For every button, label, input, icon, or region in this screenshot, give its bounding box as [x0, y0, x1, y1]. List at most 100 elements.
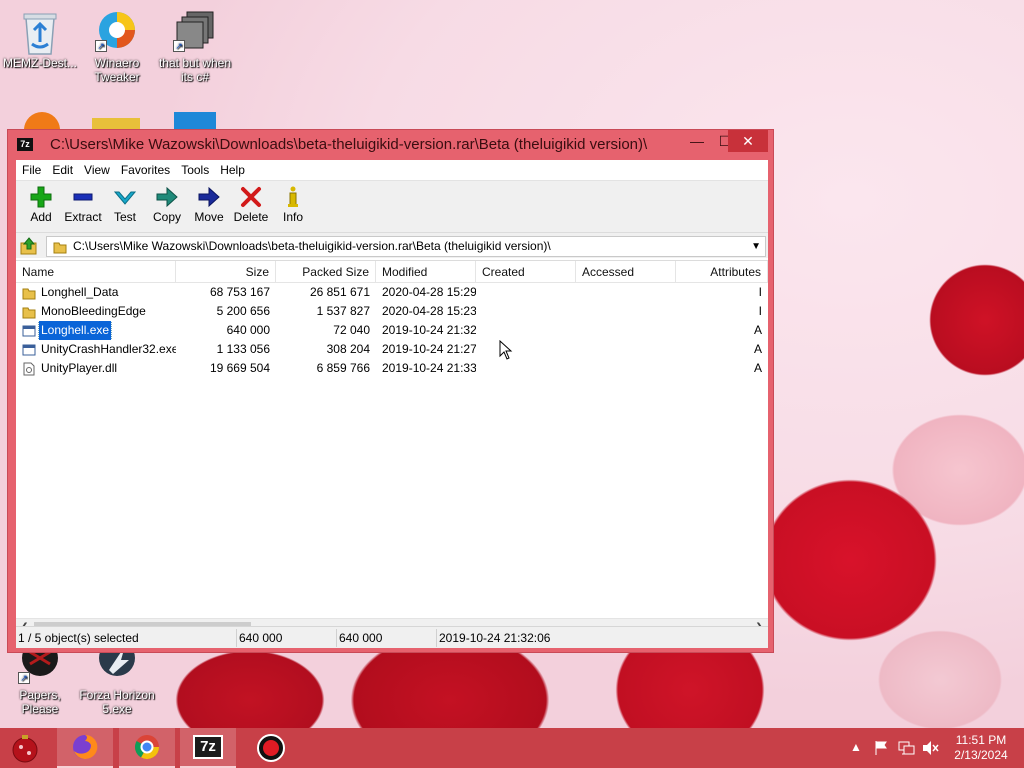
- size-cell: 5 200 656: [216, 304, 270, 318]
- network-icon[interactable]: [898, 740, 916, 768]
- file-name-cell: Longhell.exe: [16, 321, 176, 340]
- info-icon: [272, 185, 314, 209]
- test-button[interactable]: Test: [104, 181, 146, 232]
- column-headers: Name Size Packed Size Modified Created A…: [16, 261, 768, 283]
- show-hidden-icons-button[interactable]: ▲: [850, 740, 862, 768]
- modified-cell: 2019-10-24 21:27: [382, 342, 476, 356]
- add-icon: [20, 185, 62, 209]
- desktop-icon-label: Forza Horizon 5.exe: [79, 688, 155, 716]
- copy-icon: [146, 185, 188, 209]
- add-label: Add: [30, 210, 52, 224]
- created-cell: [476, 340, 576, 359]
- column-header-attributes[interactable]: Attributes: [676, 261, 768, 282]
- window-title: C:\Users\Mike Wazowski\Downloads\beta-th…: [50, 136, 648, 153]
- table-row[interactable]: MonoBleedingEdge 5 200 656 1 537 827 2020-0…: [16, 302, 768, 321]
- desktop-icon-label: Winaero Tweaker: [94, 56, 140, 84]
- file-name: MonoBleedingEdge: [41, 304, 146, 318]
- delete-icon: [230, 185, 272, 209]
- table-row[interactable]: UnityCrashHandler32.exe 1 133 056 308 204 2…: [16, 340, 768, 359]
- column-header-accessed[interactable]: Accessed: [576, 261, 676, 282]
- column-header-created[interactable]: Created: [476, 261, 576, 282]
- extract-label: Extract: [64, 210, 102, 224]
- folder-icon: [22, 286, 36, 300]
- volume-muted-icon[interactable]: [922, 740, 940, 768]
- packed-size-cell: 72 040: [333, 323, 370, 337]
- delete-button[interactable]: Delete: [230, 181, 272, 232]
- menu-view[interactable]: View: [84, 163, 117, 177]
- add-button[interactable]: Add: [20, 181, 62, 232]
- file-name: Longhell.exe: [37, 321, 113, 340]
- mouse-cursor-icon: [499, 339, 513, 363]
- chevron-up-icon: ▲: [850, 740, 862, 754]
- title-bar[interactable]: 7z C:\Users\Mike Wazowski\Downloads\beta…: [8, 130, 773, 160]
- desktop-icon-label: Papers, Please: [19, 688, 61, 716]
- file-name: UnityCrashHandler32.exe: [41, 342, 176, 356]
- clock[interactable]: 11:51 PM 2/13/2024: [945, 733, 1017, 763]
- desktop-icon-partial-1[interactable]: [24, 112, 60, 130]
- chevron-down-icon[interactable]: ▼: [751, 237, 761, 256]
- exe-file-icon: [22, 324, 36, 338]
- desktop-icon-winaero[interactable]: ↗ Winaero Tweaker: [77, 8, 157, 84]
- attributes-cell: I: [758, 304, 762, 318]
- status-selection: 1 / 5 object(s) selected: [18, 631, 139, 645]
- folder-stack-icon: ↗: [173, 8, 217, 52]
- attributes-cell: I: [758, 285, 762, 299]
- up-arrow-icon: [20, 237, 37, 255]
- test-icon: [104, 185, 146, 209]
- taskbar: 7z ▲ 11:51 PM 2/13/2024: [0, 728, 1024, 768]
- table-row[interactable]: Longhell_Data 68 753 167 26 851 671 2020-04…: [16, 283, 768, 302]
- info-button[interactable]: Info: [272, 181, 314, 232]
- up-folder-button[interactable]: [20, 237, 38, 255]
- taskbar-chrome[interactable]: [119, 728, 175, 768]
- dll-file-icon: [22, 362, 36, 376]
- column-header-size[interactable]: Size: [176, 261, 276, 282]
- extract-icon: [62, 185, 104, 209]
- folder-icon: [53, 240, 67, 260]
- table-row[interactable]: UnityPlayer.dll 19 669 504 6 859 766 2019-1…: [16, 359, 768, 378]
- taskbar-firefox[interactable]: [57, 728, 113, 768]
- accessed-cell: [576, 283, 676, 302]
- desktop-icon-label: that but when its c#: [158, 56, 232, 84]
- packed-size-cell: 26 851 671: [309, 285, 370, 299]
- start-ornament-icon: [12, 735, 38, 763]
- start-button[interactable]: [0, 728, 50, 768]
- move-label: Move: [194, 210, 224, 224]
- menu-file[interactable]: File: [22, 163, 48, 177]
- packed-size-cell: 1 537 827: [316, 304, 370, 318]
- taskbar-recorder[interactable]: [243, 728, 299, 768]
- desktop-icon-label: MEMZ-Dest...: [3, 56, 77, 70]
- menu-favorites[interactable]: Favorites: [121, 163, 177, 177]
- action-center-flag-icon[interactable]: [874, 740, 890, 768]
- copy-button[interactable]: Copy: [146, 181, 188, 232]
- column-header-packed-size[interactable]: Packed Size: [276, 261, 376, 282]
- path-input[interactable]: C:\Users\Mike Wazowski\Downloads\beta-th…: [46, 236, 766, 257]
- column-header-modified[interactable]: Modified: [376, 261, 476, 282]
- sevenzip-app-icon[interactable]: 7z: [17, 138, 33, 151]
- file-list[interactable]: Name Size Packed Size Modified Created A…: [16, 260, 768, 635]
- toolbar: Add Extract Test Copy Move Delete Info: [16, 180, 768, 232]
- modified-cell: 2020-04-28 15:23: [382, 304, 476, 318]
- created-cell: [476, 283, 576, 302]
- clock-date: 2/13/2024: [954, 748, 1008, 762]
- sevenzip-window: 7z C:\Users\Mike Wazowski\Downloads\beta…: [7, 129, 774, 653]
- menu-edit[interactable]: Edit: [52, 163, 80, 177]
- shortcut-arrow-icon: ↗: [95, 40, 107, 52]
- folder-icon: [22, 305, 36, 319]
- created-cell: [476, 321, 576, 340]
- path-text: C:\Users\Mike Wazowski\Downloads\beta-th…: [73, 239, 551, 253]
- close-button[interactable]: ✕: [728, 130, 768, 152]
- file-name-cell: Longhell_Data: [16, 283, 176, 302]
- extract-button[interactable]: Extract: [62, 181, 104, 232]
- desktop-icon-memz[interactable]: MEMZ-Dest...: [0, 8, 80, 70]
- menu-help[interactable]: Help: [220, 163, 252, 177]
- desktop-icon-that-but-when[interactable]: ↗ that but when its c#: [155, 8, 235, 84]
- desktop-icon-partial-3[interactable]: [174, 112, 216, 130]
- table-row[interactable]: Longhell.exe 640 000 72 040 2019-10-24 21:3…: [16, 321, 768, 340]
- menu-tools[interactable]: Tools: [181, 163, 216, 177]
- column-header-name[interactable]: Name: [16, 261, 176, 282]
- taskbar-7zip[interactable]: 7z: [180, 728, 236, 768]
- record-icon: [257, 734, 285, 762]
- accessed-cell: [576, 359, 676, 378]
- move-button[interactable]: Move: [188, 181, 230, 232]
- shortcut-arrow-icon: ↗: [18, 672, 30, 684]
